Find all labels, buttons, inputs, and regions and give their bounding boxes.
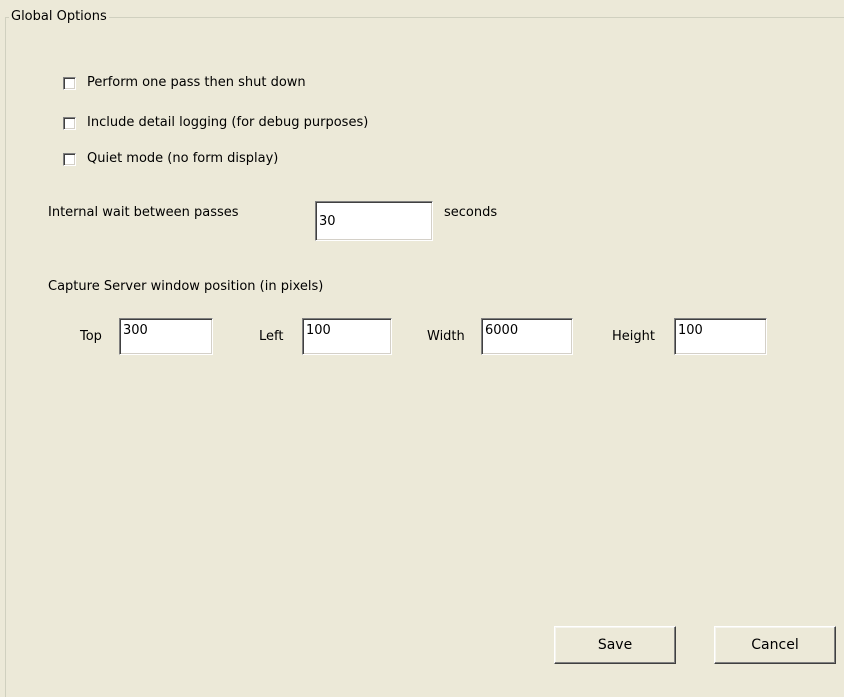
detail-logging-label[interactable]: Include detail logging (for debug purpos… (87, 114, 368, 132)
quiet-mode-checkbox[interactable] (63, 153, 76, 166)
window-position-heading: Capture Server window position (in pixel… (48, 279, 324, 294)
quiet-mode-label[interactable]: Quiet mode (no form display) (87, 150, 278, 168)
wait-seconds-field[interactable] (315, 201, 433, 241)
wait-label: Internal wait between passes (48, 205, 239, 220)
height-label: Height (612, 329, 655, 344)
detail-logging-checkbox[interactable] (63, 117, 76, 130)
height-field[interactable] (674, 318, 767, 355)
left-field[interactable] (302, 318, 392, 355)
shutdown-after-pass-label[interactable]: Perform one pass then shut down (87, 74, 306, 92)
save-button[interactable]: Save (554, 626, 676, 664)
top-label: Top (80, 329, 102, 344)
seconds-unit-label: seconds (444, 205, 498, 220)
group-title: Global Options (9, 9, 109, 25)
width-field[interactable] (481, 318, 573, 355)
cancel-button[interactable]: Cancel (714, 626, 836, 664)
left-label: Left (259, 329, 284, 344)
shutdown-after-pass-checkbox[interactable] (63, 77, 76, 90)
width-label: Width (427, 329, 465, 344)
top-field[interactable] (119, 318, 213, 355)
